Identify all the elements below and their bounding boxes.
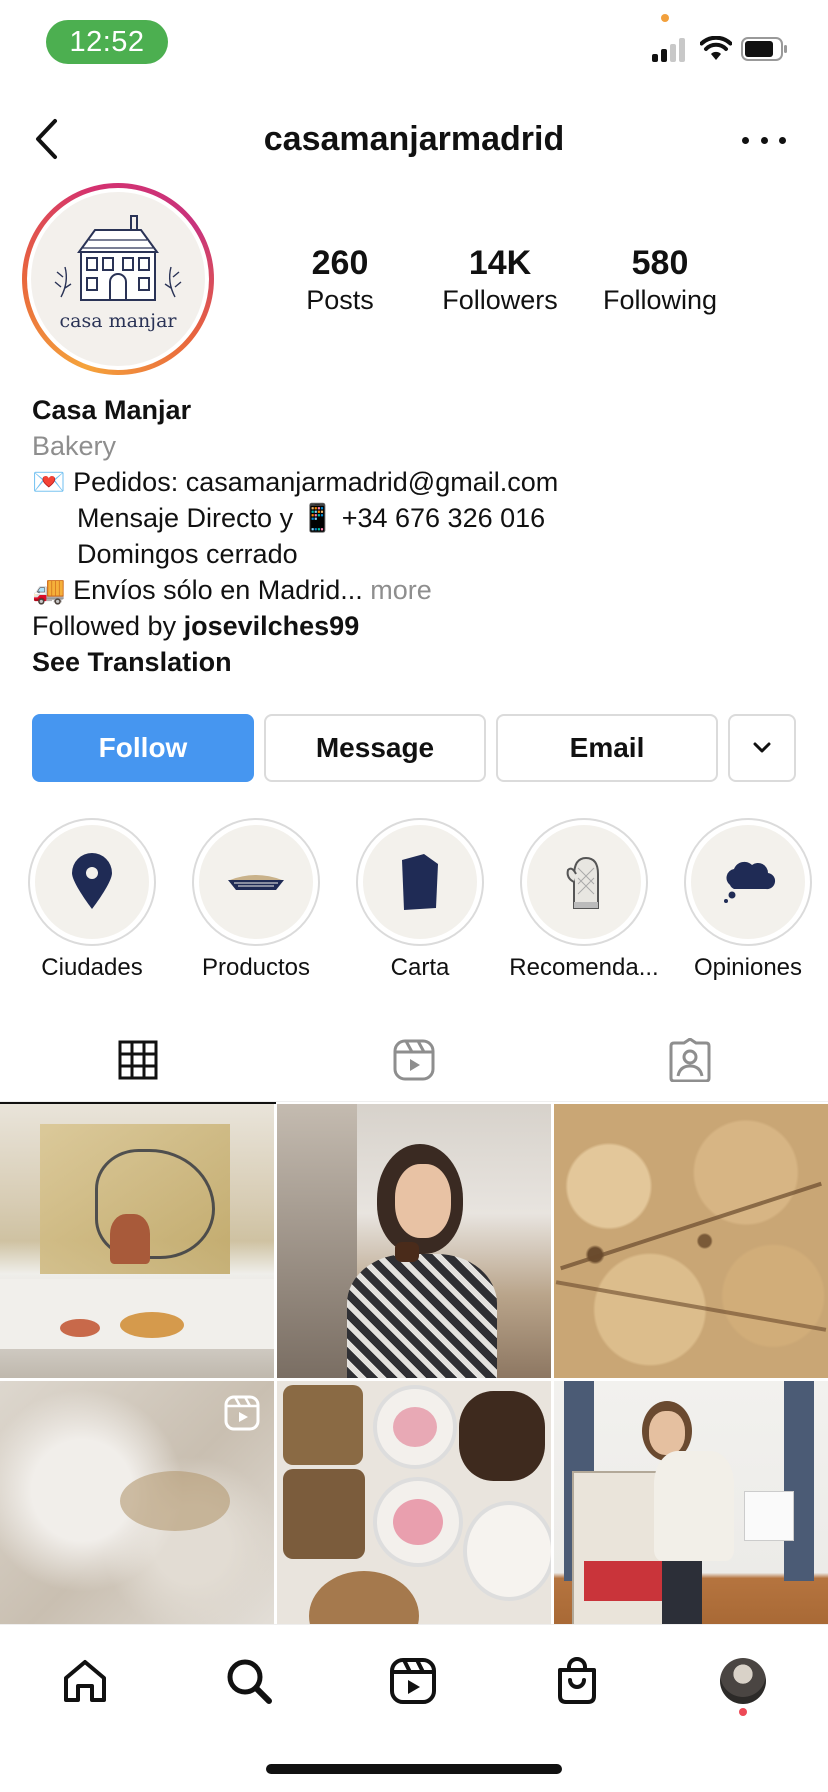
nav-shop[interactable] <box>547 1651 607 1711</box>
message-button[interactable]: Message <box>264 714 486 782</box>
stat-following[interactable]: 580 Following <box>580 243 740 323</box>
reels-icon <box>390 1658 436 1704</box>
bio-line-contact: Mensaje Directo y 📱 +34 676 326 016 <box>77 503 546 533</box>
followed-by: Followed by josevilches99 <box>32 608 802 644</box>
bio-more-link[interactable]: more <box>370 575 432 605</box>
followed-by-prefix: Followed by <box>32 611 177 641</box>
nav-profile[interactable] <box>713 1651 773 1711</box>
logo-text: casa manjar <box>59 310 177 332</box>
email-button[interactable]: Email <box>496 714 718 782</box>
highlight-productos[interactable]: Productos <box>174 818 338 982</box>
highlight-recomendaciones[interactable]: Recomenda... <box>502 818 666 982</box>
stat-label: Following <box>602 285 718 315</box>
signal-icon <box>652 38 690 62</box>
profile-bio: Casa Manjar Bakery 💌 Pedidos: casamanjar… <box>32 392 802 680</box>
reels-icon <box>393 1039 435 1081</box>
post-thumbnail[interactable] <box>277 1104 551 1378</box>
home-icon <box>64 1660 106 1702</box>
profile-avatar-icon <box>720 1658 766 1704</box>
post-thumbnail[interactable] <box>554 1104 828 1378</box>
followed-by-user-link[interactable]: josevilches99 <box>184 611 360 641</box>
more-options-icon[interactable] <box>742 122 786 158</box>
house-logo-icon <box>54 215 182 301</box>
highlight-label: Recomenda... <box>509 954 659 981</box>
wifi-icon <box>700 36 732 60</box>
search-icon <box>227 1659 272 1704</box>
profile-stats: 260 Posts 14K Followers 580 Following <box>260 243 800 323</box>
follow-button[interactable]: Follow <box>32 714 254 782</box>
bio-line-shipping: 🚚 Envíos sólo en Madrid... more <box>32 572 802 608</box>
tab-posts-grid[interactable] <box>0 1018 276 1104</box>
grid-icon <box>118 1040 158 1080</box>
highlight-label: Productos <box>201 954 311 981</box>
profile-name: Casa Manjar <box>32 395 192 425</box>
notification-dot <box>739 1708 747 1716</box>
post-thumbnail[interactable] <box>277 1381 551 1624</box>
stat-label: Posts <box>306 285 374 315</box>
privacy-indicator-dot <box>661 14 669 22</box>
thought-cloud-icon <box>724 861 776 903</box>
highlight-ciudades[interactable]: Ciudades <box>10 818 174 982</box>
profile-header: casamanjarmadrid <box>0 100 828 180</box>
profile-category: Bakery <box>32 431 117 461</box>
post-thumbnail[interactable] <box>0 1381 274 1624</box>
status-bar: 12:52 <box>0 0 828 90</box>
status-time: 12:52 <box>46 20 168 64</box>
stat-followers[interactable]: 14K Followers <box>420 243 580 323</box>
tab-reels[interactable] <box>276 1018 552 1102</box>
tagged-person-icon <box>669 1038 711 1082</box>
post-thumbnail[interactable] <box>554 1381 828 1624</box>
page-title: casamanjarmadrid <box>263 120 565 158</box>
pie-icon <box>228 875 284 890</box>
nav-reels[interactable] <box>383 1651 443 1711</box>
highlight-label: Ciudades <box>41 954 143 981</box>
see-translation-link[interactable]: See Translation <box>32 644 802 680</box>
highlight-carta[interactable]: Carta <box>338 818 502 982</box>
suggested-accounts-button[interactable] <box>728 714 796 782</box>
highlight-label: Opiniones <box>693 954 803 981</box>
profile-avatar[interactable]: casa manjar <box>22 183 214 375</box>
map-pin-icon <box>72 853 112 909</box>
stat-value: 260 <box>311 244 369 282</box>
bio-line-hours: Domingos cerrado <box>77 539 298 569</box>
menu-card-icon <box>402 854 438 910</box>
stat-value: 580 <box>631 244 689 282</box>
bio-line-orders: 💌 Pedidos: casamanjarmadrid@gmail.com <box>32 467 559 497</box>
oven-mitt-icon <box>566 856 599 909</box>
chevron-down-icon <box>753 742 771 753</box>
stat-value: 14K <box>468 244 532 282</box>
stat-label: Followers <box>442 285 558 315</box>
post-thumbnail[interactable] <box>0 1104 274 1378</box>
home-indicator[interactable] <box>266 1764 562 1774</box>
highlight-label: Carta <box>390 954 450 981</box>
shopping-bag-icon <box>558 1657 596 1704</box>
profile-tabs <box>0 1018 828 1104</box>
story-highlights: Ciudades Productos Carta Recomenda... Op… <box>0 818 828 988</box>
nav-search[interactable] <box>219 1651 279 1711</box>
tab-tagged[interactable] <box>552 1018 828 1102</box>
highlight-opiniones[interactable]: Opiniones <box>666 818 828 982</box>
reels-icon <box>224 1395 260 1431</box>
posts-grid <box>0 1104 828 1624</box>
battery-icon <box>741 37 787 61</box>
nav-home[interactable] <box>55 1651 115 1711</box>
profile-actions: Follow Message Email <box>32 714 796 782</box>
bio-shipping-text: 🚚 Envíos sólo en Madrid... <box>32 575 363 605</box>
stat-posts[interactable]: 260 Posts <box>260 243 420 323</box>
